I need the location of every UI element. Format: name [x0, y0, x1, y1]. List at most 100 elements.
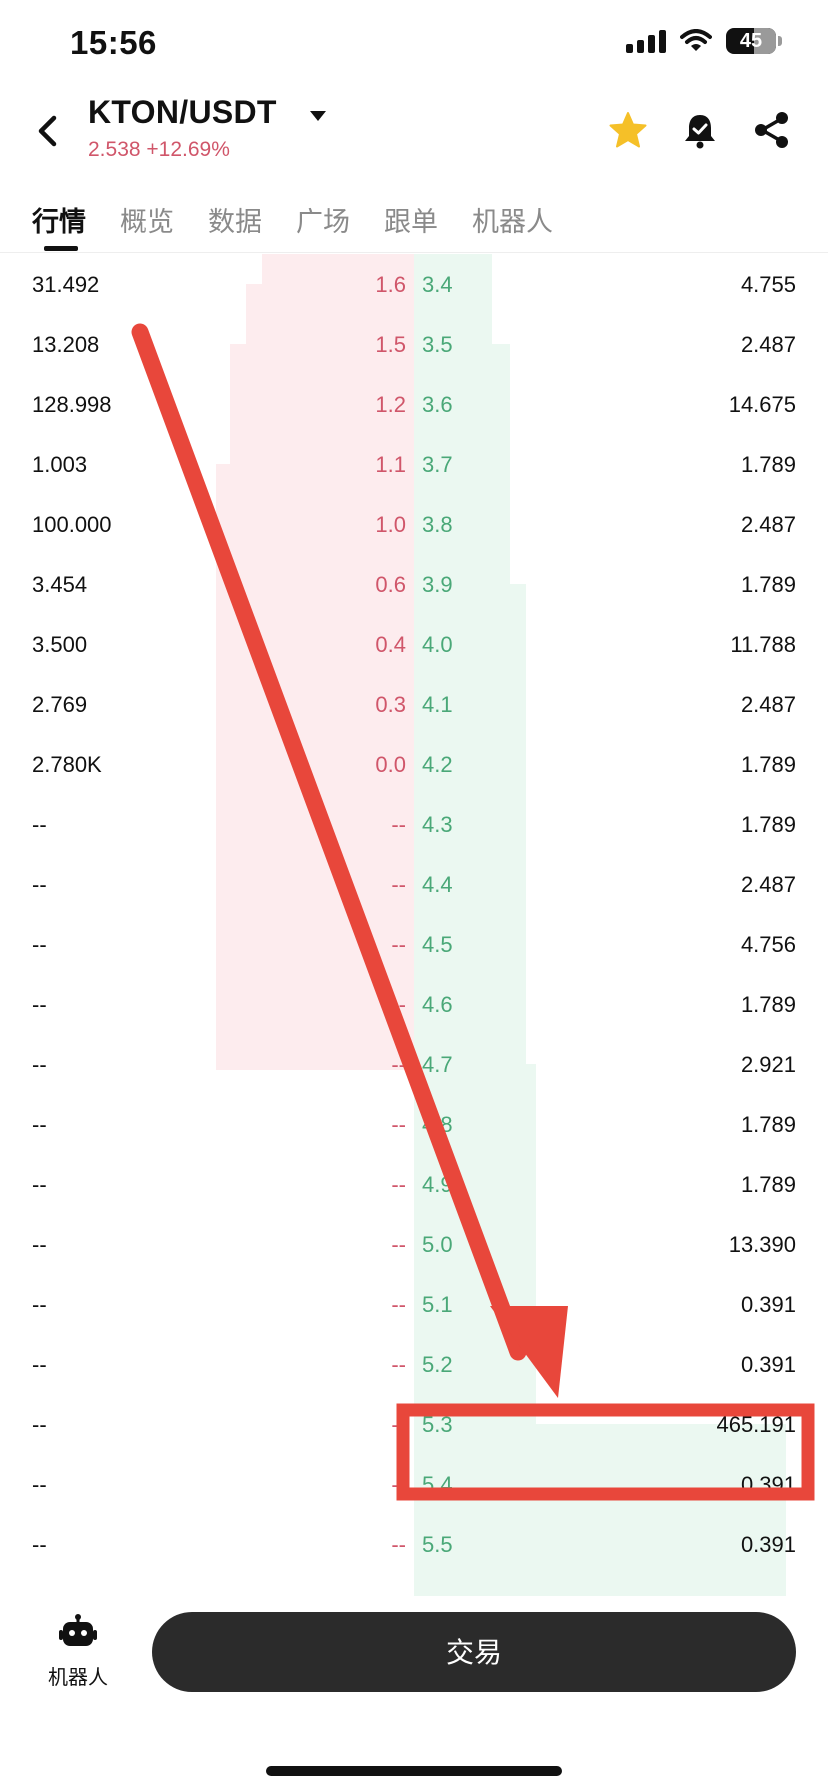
sell-price: -- — [391, 1232, 406, 1257]
buy-amount: 1.789 — [740, 752, 796, 777]
back-arrow-icon[interactable] — [28, 106, 68, 156]
sell-quantity: 128.998 — [32, 392, 112, 417]
sell-quantity: -- — [32, 1112, 47, 1137]
buy-amount: 1.789 — [740, 992, 796, 1017]
buy-amount: 0.391 — [740, 1352, 796, 1377]
signal-icon — [626, 29, 666, 53]
buy-price: 4.3 — [422, 812, 453, 837]
order-book-row[interactable]: -- -- 5.5 0.391 — [0, 1514, 828, 1574]
buy-amount: 13.390 — [728, 1232, 796, 1257]
order-book-row[interactable]: -- -- 5.1 0.391 — [0, 1274, 828, 1334]
tab-bar: 行情 概览 数据 广场 跟单 机器人 — [0, 190, 828, 253]
order-book-row[interactable]: -- -- 4.5 4.756 — [0, 914, 828, 974]
sell-quantity: -- — [32, 1292, 47, 1317]
buy-price: 5.2 — [422, 1352, 453, 1377]
order-book-row[interactable]: 1.003 1.1 3.7 1.789 — [0, 434, 828, 494]
buy-amount: 1.789 — [740, 1172, 796, 1197]
star-icon[interactable] — [608, 110, 648, 150]
order-book-row[interactable]: -- -- 4.8 1.789 — [0, 1094, 828, 1154]
buy-price: 4.0 — [422, 632, 453, 657]
sell-quantity: 3.454 — [32, 572, 88, 597]
order-book-row[interactable]: 3.500 0.4 4.0 11.788 — [0, 614, 828, 674]
tab-overview[interactable]: 概览 — [120, 200, 174, 239]
order-book-row[interactable]: -- -- 4.9 1.789 — [0, 1154, 828, 1214]
buy-price: 3.6 — [422, 392, 453, 417]
wifi-icon — [680, 29, 712, 51]
buy-price: 3.9 — [422, 572, 453, 597]
buy-amount: 0.391 — [740, 1532, 796, 1557]
buy-amount: 4.755 — [740, 272, 796, 297]
sell-price: -- — [391, 932, 406, 957]
order-book-row[interactable]: 128.998 1.2 3.6 14.675 — [0, 374, 828, 434]
sell-price: 0.6 — [375, 572, 406, 597]
buy-price: 3.4 — [422, 272, 453, 297]
sell-quantity: -- — [32, 1232, 47, 1257]
buy-price: 4.9 — [422, 1172, 453, 1197]
buy-price: 5.4 — [422, 1472, 453, 1497]
buy-amount: 465.191 — [716, 1412, 796, 1437]
robot-button[interactable]: 机器人 — [40, 1614, 116, 1704]
sell-price: -- — [391, 992, 406, 1017]
pair-price-change: 2.538 +12.69% — [88, 138, 230, 161]
sell-price: 0.3 — [375, 692, 406, 717]
buy-amount: 1.789 — [740, 1112, 796, 1137]
sell-quantity: -- — [32, 992, 47, 1017]
buy-amount: 1.789 — [740, 452, 796, 477]
order-book-row[interactable]: 13.208 1.5 3.5 2.487 — [0, 314, 828, 374]
sell-price: -- — [391, 1352, 406, 1377]
buy-amount: 11.788 — [730, 632, 796, 657]
buy-amount: 1.789 — [740, 812, 796, 837]
order-book-row[interactable]: -- -- 4.4 2.487 — [0, 854, 828, 914]
buy-amount: 0.391 — [740, 1292, 796, 1317]
robot-icon — [59, 1614, 97, 1646]
sell-quantity: -- — [32, 1412, 47, 1437]
order-book-row[interactable]: -- -- 5.2 0.391 — [0, 1334, 828, 1394]
order-book-row[interactable]: 3.454 0.6 3.9 1.789 — [0, 554, 828, 614]
pair-name[interactable]: KTON/USDT — [88, 94, 277, 131]
buy-price: 3.5 — [422, 332, 453, 357]
buy-price: 5.5 — [422, 1532, 453, 1557]
battery-icon: 45 — [726, 28, 776, 54]
order-book-row[interactable]: -- -- 5.0 13.390 — [0, 1214, 828, 1274]
buy-amount: 1.789 — [740, 572, 796, 597]
buy-amount: 2.487 — [740, 872, 796, 897]
tab-copy-trading[interactable]: 跟单 — [384, 200, 438, 239]
tab-data[interactable]: 数据 — [208, 200, 262, 239]
sell-quantity: -- — [32, 812, 47, 837]
order-book-row[interactable]: -- -- 4.7 2.921 — [0, 1034, 828, 1094]
order-book-row[interactable]: 2.769 0.3 4.1 2.487 — [0, 674, 828, 734]
status-time: 15:56 — [70, 24, 157, 61]
sell-quantity: 31.492 — [32, 272, 100, 297]
sell-quantity: 3.500 — [32, 632, 88, 657]
sell-price: -- — [391, 1532, 406, 1557]
status-icons: 45 — [626, 28, 782, 54]
sell-price: 1.0 — [375, 512, 406, 537]
robot-label: 机器人 — [48, 1667, 108, 1689]
sell-quantity: 2.769 — [32, 692, 88, 717]
tab-market[interactable]: 行情 — [32, 200, 86, 239]
buy-price: 5.1 — [422, 1292, 453, 1317]
order-book-row[interactable]: 100.000 1.0 3.8 2.487 — [0, 494, 828, 554]
tab-bots[interactable]: 机器人 — [472, 200, 553, 239]
buy-price: 4.1 — [422, 692, 453, 717]
order-book-row[interactable]: 31.492 1.6 3.4 4.755 — [0, 254, 828, 314]
sell-price: -- — [391, 1412, 406, 1437]
buy-price: 4.7 — [422, 1052, 453, 1077]
order-book-row[interactable]: -- -- 5.3 465.191 — [0, 1394, 828, 1454]
share-icon[interactable] — [752, 110, 792, 150]
buy-price: 5.0 — [422, 1232, 453, 1257]
buy-amount: 2.487 — [740, 332, 796, 357]
bell-icon[interactable] — [680, 110, 720, 150]
sell-price: -- — [391, 1472, 406, 1497]
order-book-row[interactable]: 2.780K 0.0 4.2 1.789 — [0, 734, 828, 794]
order-book-row[interactable]: -- -- 5.4 0.391 — [0, 1454, 828, 1514]
sell-quantity: -- — [32, 932, 47, 957]
buy-price: 3.7 — [422, 452, 453, 477]
buy-amount: 2.487 — [740, 512, 796, 537]
order-book-row[interactable]: -- -- 4.6 1.789 — [0, 974, 828, 1034]
caret-down-icon[interactable] — [308, 106, 328, 126]
trade-button[interactable]: 交易 — [152, 1612, 796, 1692]
order-book-row[interactable]: -- -- 4.3 1.789 — [0, 794, 828, 854]
sell-price: 1.5 — [375, 332, 406, 357]
tab-square[interactable]: 广场 — [296, 200, 350, 239]
